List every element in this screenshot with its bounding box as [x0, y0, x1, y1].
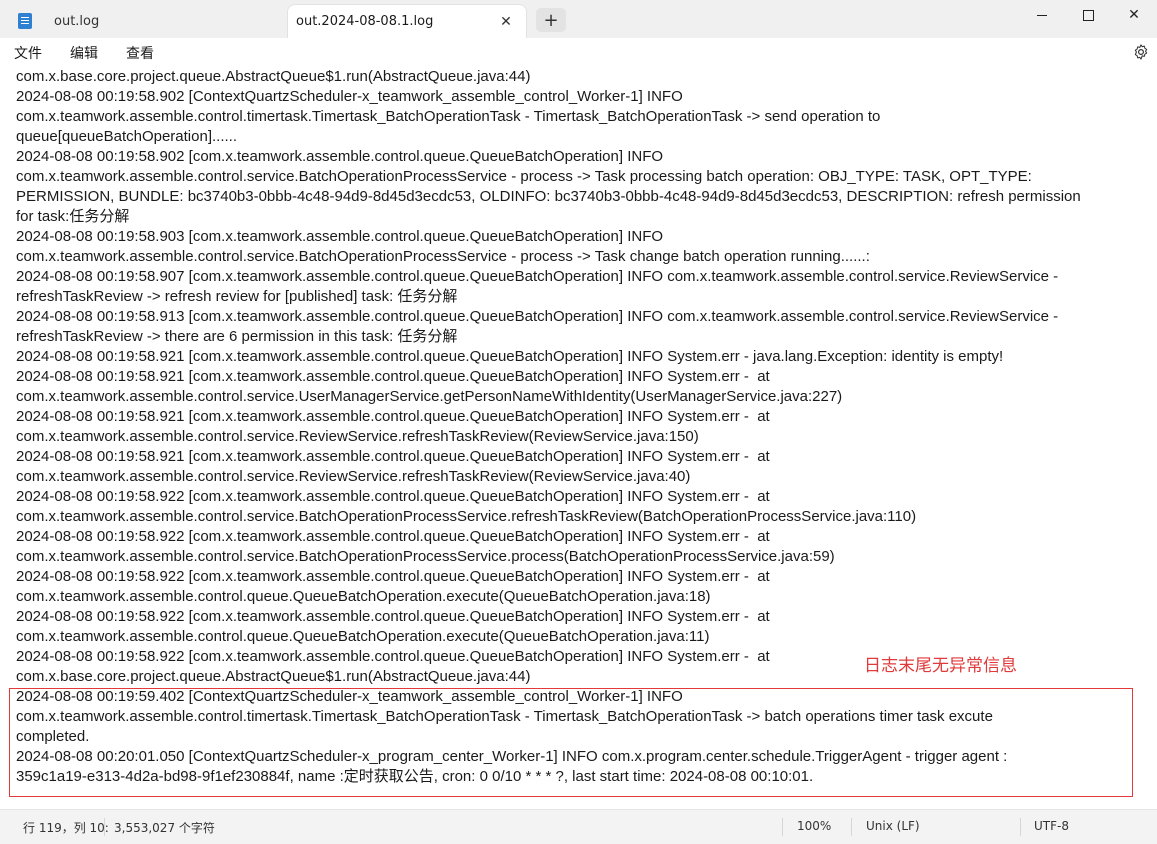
- log-line: com.x.teamwork.assemble.control.service.…: [16, 468, 691, 485]
- log-line: 2024-08-08 00:19:58.913 [com.x.teamwork.…: [16, 308, 1059, 325]
- log-line: com.x.teamwork.assemble.control.timertas…: [16, 108, 881, 125]
- status-bar: 行 119，列 10: 3,553,027 个字符 100% Unix (LF)…: [0, 809, 1157, 844]
- log-line: for task:任务分解: [16, 208, 130, 225]
- log-line: 2024-08-08 00:19:58.902 [ContextQuartzSc…: [16, 88, 683, 105]
- status-divider: [104, 818, 105, 836]
- log-line: com.x.teamwork.assemble.control.service.…: [16, 388, 843, 405]
- notepad-icon: [18, 13, 32, 29]
- log-line: 2024-08-08 00:19:58.903 [com.x.teamwork.…: [16, 228, 664, 245]
- menu-file[interactable]: 文件: [14, 43, 42, 63]
- log-line: 2024-08-08 00:19:58.921 [com.x.teamwork.…: [16, 368, 770, 385]
- log-content: com.x.base.core.project.queue.AbstractQu…: [16, 67, 1154, 787]
- maximize-button[interactable]: [1065, 0, 1111, 30]
- tab-out-log[interactable]: out.log: [6, 4, 284, 38]
- log-line: com.x.teamwork.assemble.control.service.…: [16, 508, 917, 525]
- log-line: com.x.teamwork.assemble.control.service.…: [16, 248, 870, 265]
- log-line: PERMISSION, BUNDLE: bc3740b3-0bbb-4c48-9…: [16, 188, 1081, 205]
- log-line: com.x.teamwork.assemble.control.queue.Qu…: [16, 588, 711, 605]
- zoom-level[interactable]: 100%: [797, 819, 831, 833]
- annotation-note: 日志末尾无异常信息: [864, 656, 1017, 676]
- status-divider: [851, 818, 852, 836]
- encoding[interactable]: UTF-8: [1034, 819, 1069, 833]
- minimize-button[interactable]: [1019, 0, 1065, 30]
- highlight-box: [9, 688, 1133, 797]
- log-line: 2024-08-08 00:19:58.921 [com.x.teamwork.…: [16, 348, 1004, 365]
- menu-edit[interactable]: 编辑: [70, 43, 98, 63]
- log-line: com.x.teamwork.assemble.control.service.…: [16, 168, 1032, 185]
- log-line: 2024-08-08 00:19:58.921 [com.x.teamwork.…: [16, 408, 770, 425]
- window-controls: ✕: [1019, 0, 1157, 38]
- log-line: com.x.teamwork.assemble.control.queue.Qu…: [16, 628, 710, 645]
- tab-label: out.log: [54, 13, 100, 29]
- new-tab-button[interactable]: +: [536, 8, 566, 32]
- log-line: 2024-08-08 00:19:58.922 [com.x.teamwork.…: [16, 608, 770, 625]
- log-line: queue[queueBatchOperation]......: [16, 128, 237, 145]
- log-line: 2024-08-08 00:19:58.922 [com.x.teamwork.…: [16, 528, 770, 545]
- gear-icon[interactable]: [1132, 43, 1150, 61]
- log-line: com.x.teamwork.assemble.control.service.…: [16, 548, 835, 565]
- log-line: 2024-08-08 00:19:58.921 [com.x.teamwork.…: [16, 448, 770, 465]
- menu-view[interactable]: 查看: [126, 43, 154, 63]
- tab-out-2024-08-08-log[interactable]: out.2024-08-08.1.log ✕: [287, 4, 527, 38]
- cursor-position[interactable]: 行 119，列 10:: [23, 819, 109, 836]
- log-line: 2024-08-08 00:19:58.922 [com.x.teamwork.…: [16, 488, 770, 505]
- log-line: 2024-08-08 00:19:58.907 [com.x.teamwork.…: [16, 268, 1059, 285]
- close-window-button[interactable]: ✕: [1111, 0, 1157, 30]
- minimize-icon: [1037, 14, 1047, 16]
- line-ending[interactable]: Unix (LF): [866, 819, 920, 833]
- log-line: refreshTaskReview -> refresh review for …: [16, 288, 458, 305]
- char-count: 3,553,027 个字符: [114, 821, 215, 835]
- title-bar: out.log out.2024-08-08.1.log ✕ + ✕: [0, 0, 1157, 38]
- log-line: refreshTaskReview -> there are 6 permiss…: [16, 328, 458, 345]
- log-line: com.x.base.core.project.queue.AbstractQu…: [16, 68, 531, 85]
- menu-bar: 文件 编辑 查看: [0, 38, 1157, 67]
- status-divider: [782, 818, 783, 836]
- close-tab-icon[interactable]: ✕: [496, 12, 516, 32]
- maximize-icon: [1082, 9, 1094, 21]
- log-line: 2024-08-08 00:19:58.922 [com.x.teamwork.…: [16, 568, 770, 585]
- log-line: 2024-08-08 00:19:58.902 [com.x.teamwork.…: [16, 148, 664, 165]
- status-divider: [1020, 818, 1021, 836]
- text-editor[interactable]: com.x.base.core.project.queue.AbstractQu…: [0, 67, 1157, 809]
- tab-label: out.2024-08-08.1.log: [296, 14, 434, 29]
- log-line: com.x.teamwork.assemble.control.service.…: [16, 428, 699, 445]
